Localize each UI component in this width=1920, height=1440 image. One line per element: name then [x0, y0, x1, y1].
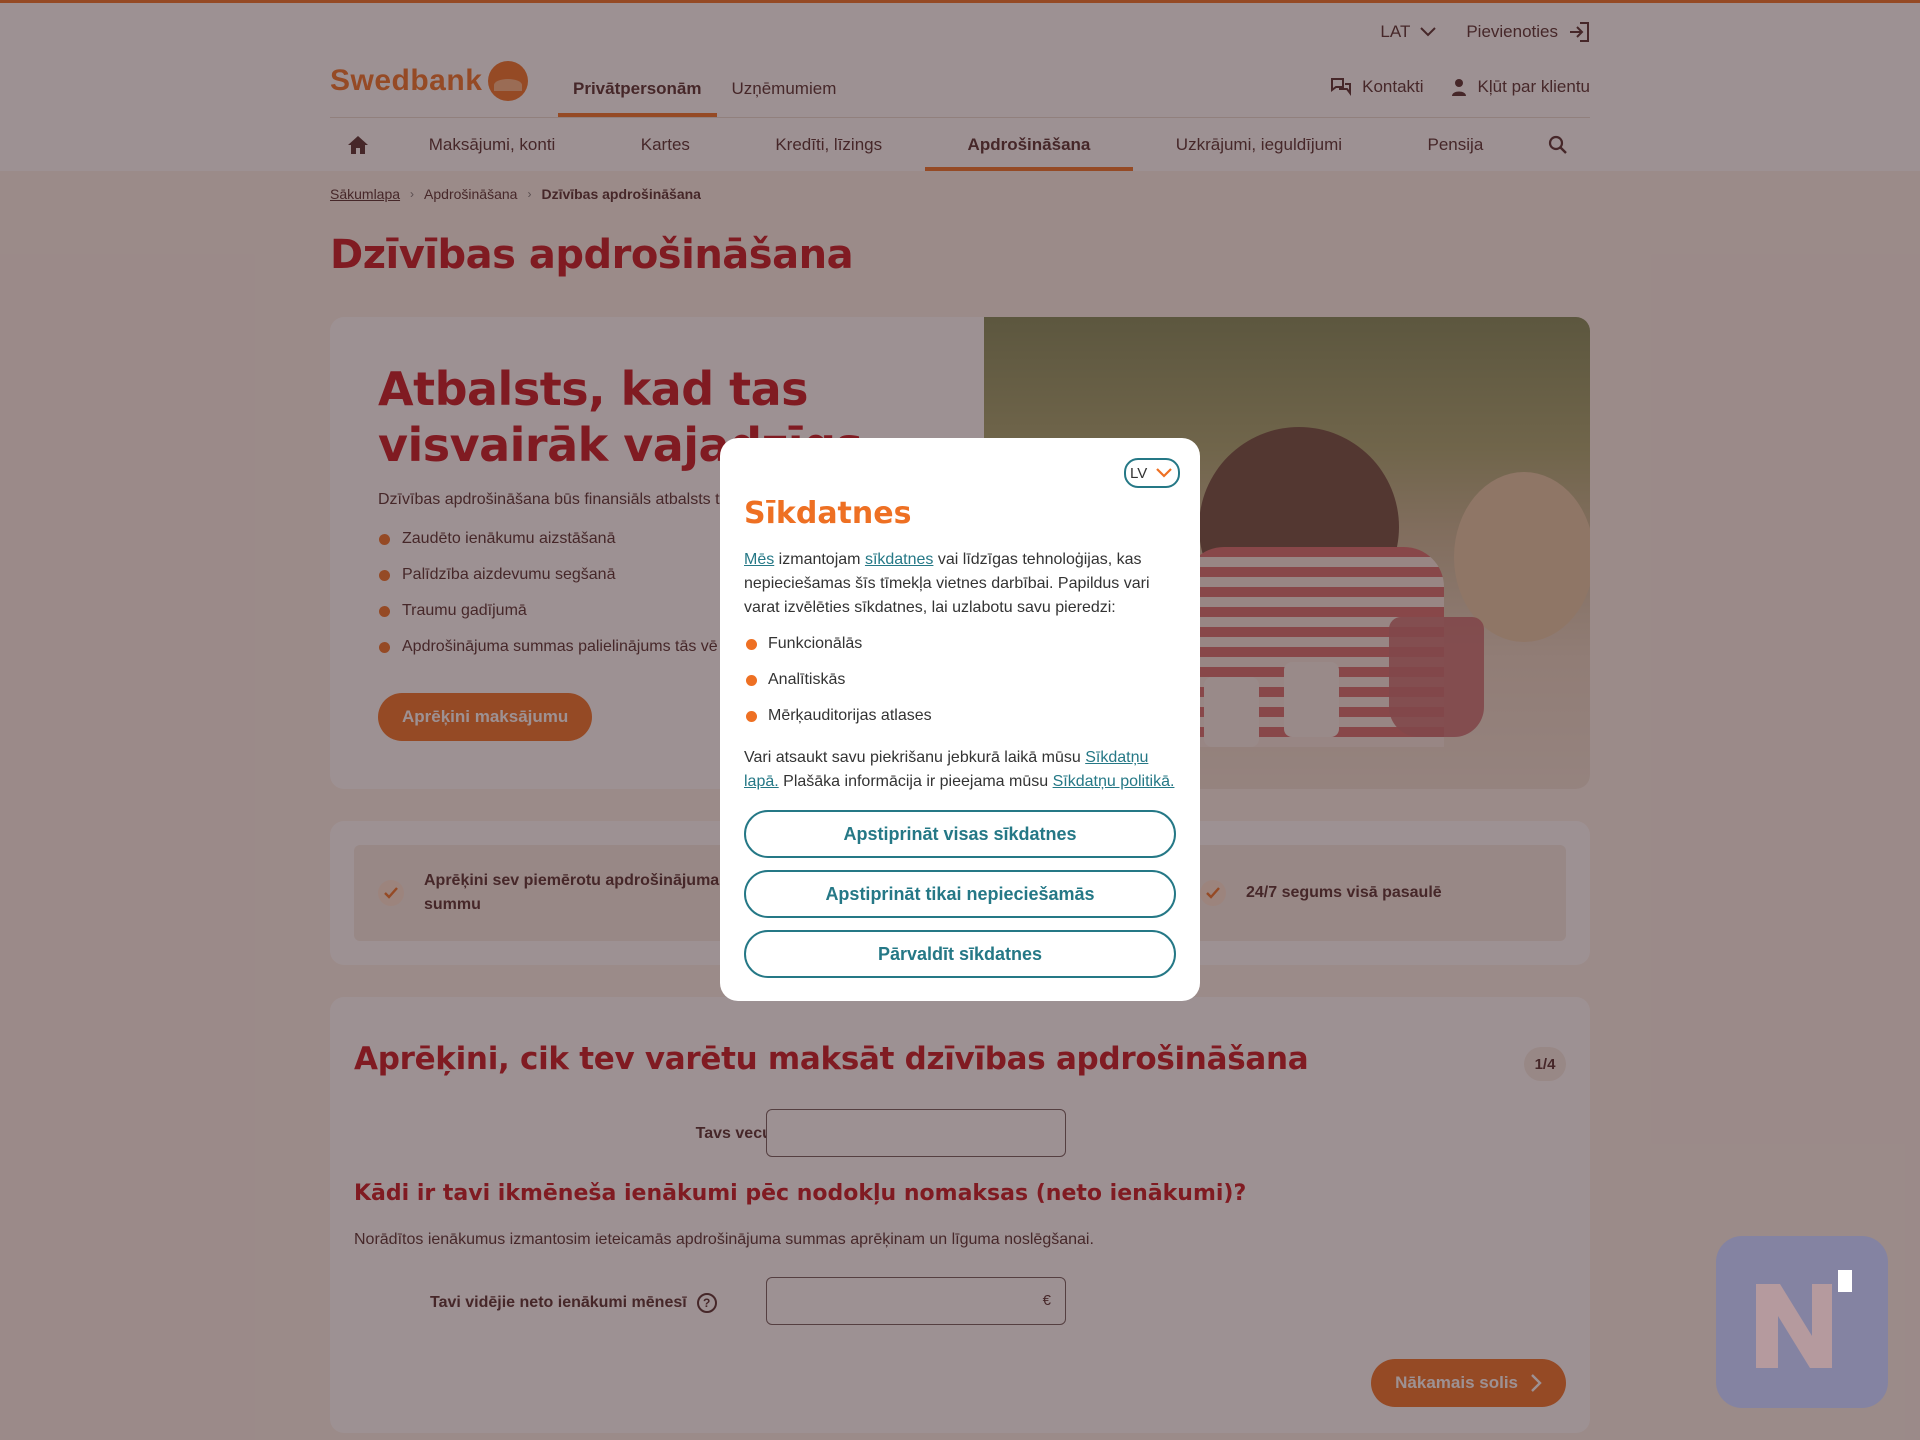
outro-text: Plašāka informācija ir pieejama mūsu — [778, 773, 1053, 790]
list-item: Analītiskās — [744, 662, 932, 698]
cookie-categories: Funkcionālās Analītiskās Mērķauditorijas… — [744, 626, 932, 734]
list-item: Funkcionālās — [744, 626, 932, 662]
cookie-policy-link[interactable]: Sīkdatņu politikā. — [1053, 773, 1175, 790]
n-logo-icon — [1756, 1270, 1852, 1368]
cookie-outro: Vari atsaukt savu piekrišanu jebkurā lai… — [744, 746, 1184, 794]
chevron-down-icon — [1156, 468, 1172, 478]
intro-text: izmantojam — [774, 551, 865, 568]
floating-app-badge[interactable] — [1716, 1236, 1888, 1408]
about-us-link[interactable]: Mēs — [744, 551, 774, 568]
outro-text: Vari atsaukt savu piekrišanu jebkurā lai… — [744, 749, 1086, 766]
cookie-intro: Mēs izmantojam sīkdatnes vai līdzīgas te… — [744, 548, 1180, 620]
manage-cookies-button[interactable]: Pārvaldīt sīkdatnes — [744, 930, 1176, 978]
cookie-title: Sīkdatnes — [744, 496, 912, 531]
list-item: Mērķauditorijas atlases — [744, 698, 932, 734]
accept-all-button[interactable]: Apstiprināt visas sīkdatnes — [744, 810, 1176, 858]
modal-language-label: LV — [1130, 464, 1148, 482]
modal-language-select[interactable]: LV — [1124, 458, 1180, 488]
accept-necessary-button[interactable]: Apstiprināt tikai nepieciešamās — [744, 870, 1176, 918]
cookies-link[interactable]: sīkdatnes — [865, 551, 933, 568]
cookie-consent-dialog: LV Sīkdatnes Mēs izmantojam sīkdatnes va… — [720, 438, 1200, 1001]
